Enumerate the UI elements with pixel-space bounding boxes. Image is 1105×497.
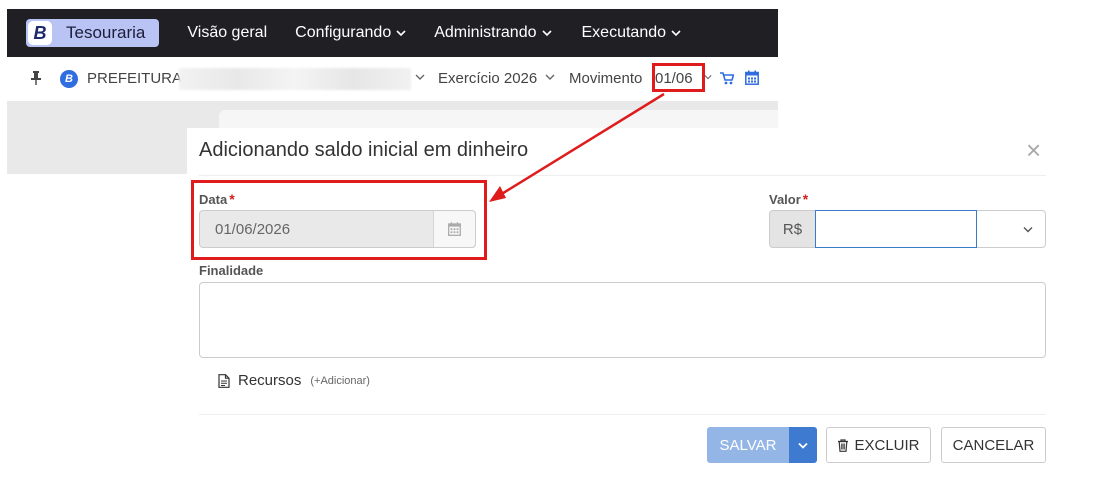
finalidade-label: Finalidade [199, 263, 264, 278]
nav-label: Administrando [434, 24, 537, 41]
save-button[interactable]: SALVAR [707, 427, 789, 463]
nav-visao-geral[interactable]: Visão geral [187, 24, 267, 42]
currency-prefix: R$ [769, 210, 815, 248]
valor-input[interactable] [815, 210, 977, 248]
top-navbar: B Tesouraria Visão geral Configurando Ad… [7, 9, 778, 57]
nav-executando[interactable]: Executando [582, 24, 682, 42]
chevron-down-icon [541, 30, 552, 37]
exercicio-selector[interactable]: Exercício 2026 [438, 70, 537, 87]
calendar-icon[interactable] [745, 70, 759, 85]
valor-type-select[interactable] [977, 210, 1046, 248]
chevron-down-icon[interactable] [545, 73, 555, 81]
recursos-label: Recursos [238, 372, 302, 389]
recursos-add-link[interactable]: (+Adicionar) [310, 375, 370, 387]
finalidade-textarea[interactable] [199, 282, 1046, 358]
highlight-movimento [652, 63, 705, 92]
cart-icon[interactable] [720, 72, 734, 85]
valor-field: R$ [769, 210, 1046, 248]
brand-logo: B [28, 21, 52, 45]
pin-icon[interactable] [31, 71, 41, 85]
delete-label: EXCLUIR [854, 436, 920, 454]
highlight-data-field [191, 180, 487, 260]
save-options-button[interactable] [789, 427, 817, 463]
nav-label: Visão geral [187, 24, 268, 41]
delete-button[interactable]: EXCLUIR [826, 427, 931, 463]
chevron-down-icon [798, 442, 808, 449]
chevron-down-icon [396, 30, 406, 37]
brand[interactable]: B Tesouraria [26, 19, 160, 47]
chevron-down-icon[interactable] [415, 73, 425, 81]
divider [199, 414, 1046, 415]
divider [199, 175, 1046, 176]
nav-administrando[interactable]: Administrando [434, 24, 552, 42]
chevron-down-icon [671, 30, 681, 37]
trash-icon [838, 438, 849, 452]
entity-logo: B [60, 70, 78, 88]
movimento-label: Movimento [569, 70, 643, 87]
modal-title: Adicionando saldo inicial em dinheiro [199, 139, 529, 161]
chevron-down-icon [1023, 226, 1033, 232]
nav-label: Executando [581, 24, 667, 41]
close-icon[interactable]: × [1026, 137, 1041, 163]
required-mark: * [802, 191, 809, 207]
document-icon [218, 373, 230, 388]
entity-name-redacted [179, 68, 411, 90]
valor-label: Valor * [769, 191, 808, 207]
cancel-button[interactable]: CANCELAR [941, 427, 1046, 463]
nav-configurando[interactable]: Configurando [295, 24, 406, 42]
valor-label-text: Valor [769, 192, 801, 207]
nav-label: Configurando [295, 24, 392, 41]
page: B Tesouraria Visão geral Configurando Ad… [0, 0, 1105, 497]
chevron-down-icon[interactable] [704, 73, 712, 81]
app-name: Tesouraria [66, 23, 146, 42]
recursos-section: Recursos (+Adicionar) [218, 372, 370, 389]
entity-name[interactable]: PREFEITURA [87, 70, 182, 87]
